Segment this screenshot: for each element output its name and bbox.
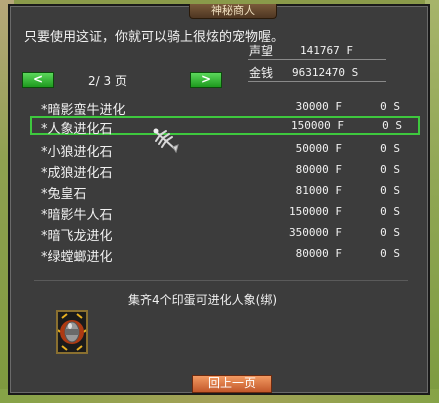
fishbone-cursor-icon xyxy=(153,128,179,153)
list-item[interactable]: *成狼进化石 80000 F 0 S xyxy=(32,161,414,181)
prev-page-button[interactable]: < xyxy=(22,72,54,88)
section-divider xyxy=(34,280,408,281)
item-name: *兔皇石 xyxy=(41,187,87,202)
item-stone-cost: 0 S xyxy=(380,163,400,176)
item-price: 80000 F xyxy=(295,163,342,176)
item-name: *暗影牛人石 xyxy=(41,208,113,223)
list-item[interactable]: *暗飞龙进化 350000 F 0 S xyxy=(32,224,414,244)
reputation-value: 141767 F xyxy=(300,44,353,57)
reputation-label: 声望 xyxy=(249,44,274,58)
item-slot[interactable] xyxy=(56,310,88,354)
item-description: 集齐4个印蛋可进化人象(绑) xyxy=(128,293,277,307)
intro-text: 只要使用这证，你就可以骑上很炫的宠物喔。 xyxy=(24,30,285,45)
stat-underline xyxy=(248,59,386,60)
item-price: 50000 F xyxy=(295,142,342,155)
item-name: *成狼进化石 xyxy=(41,166,113,181)
item-price: 150000 F xyxy=(289,205,342,218)
item-name: *暗飞龙进化 xyxy=(41,229,113,244)
capsule-egg-icon xyxy=(57,313,87,351)
list-item[interactable]: *小狼进化石 50000 F 0 S xyxy=(32,140,414,160)
item-stone-cost: 0 S xyxy=(380,184,400,197)
item-price: 80000 F xyxy=(295,247,342,260)
item-name: *人象进化石 xyxy=(41,122,113,137)
chevron-right-icon: > xyxy=(200,72,212,86)
item-stone-cost: 0 S xyxy=(382,119,402,132)
back-button[interactable]: 回上一页 xyxy=(192,375,272,393)
money-value: 96312470 S xyxy=(292,66,359,79)
item-stone-cost: 0 S xyxy=(380,226,400,239)
list-item[interactable]: *绿螳螂进化 80000 F 0 S xyxy=(32,245,414,265)
window-title: 神秘商人 xyxy=(189,4,277,19)
list-item[interactable]: *兔皇石 81000 F 0 S xyxy=(32,182,414,202)
list-item[interactable]: *暗影蛮牛进化 30000 F 0 S xyxy=(32,98,414,118)
item-price: 150000 F xyxy=(291,119,344,132)
item-price: 81000 F xyxy=(295,184,342,197)
money-label: 金钱 xyxy=(249,66,274,80)
list-item[interactable]: *暗影牛人石 150000 F 0 S xyxy=(32,203,414,223)
merchant-window: 神秘商人 只要使用这证，你就可以骑上很炫的宠物喔。 声望 141767 F 金钱… xyxy=(8,4,430,395)
item-stone-cost: 0 S xyxy=(380,205,400,218)
next-page-button[interactable]: > xyxy=(190,72,222,88)
chevron-left-icon: < xyxy=(32,72,44,86)
list-item-selected[interactable]: *人象进化石 150000 F 0 S xyxy=(30,116,420,137)
item-name: *小狼进化石 xyxy=(41,145,113,160)
item-stone-cost: 0 S xyxy=(380,142,400,155)
stat-underline xyxy=(248,81,386,82)
item-stone-cost: 0 S xyxy=(380,100,400,113)
item-price: 350000 F xyxy=(289,226,342,239)
item-name: *绿螳螂进化 xyxy=(41,250,113,265)
item-price: 30000 F xyxy=(295,100,342,113)
page-indicator: 2/ 3 页 xyxy=(88,74,127,88)
item-stone-cost: 0 S xyxy=(380,247,400,260)
